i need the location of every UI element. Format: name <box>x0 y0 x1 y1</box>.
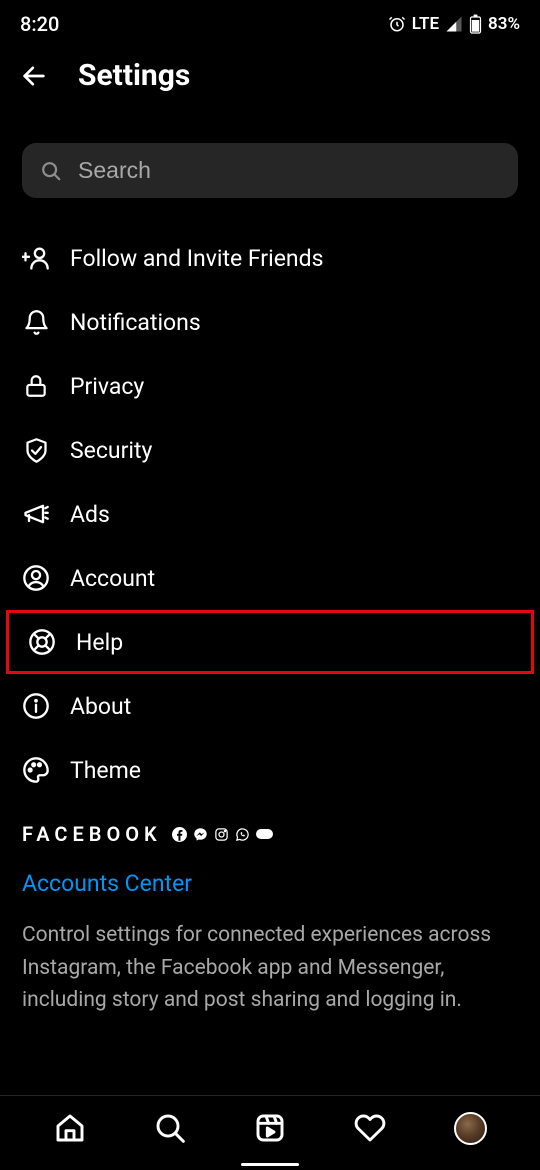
nav-indicator <box>241 1163 299 1166</box>
avatar-icon <box>454 1112 487 1145</box>
megaphone-icon <box>22 500 50 528</box>
home-icon <box>54 1112 86 1144</box>
status-indicators: LTE 83% <box>388 14 520 34</box>
facebook-description: Control settings for connected experienc… <box>22 919 518 1017</box>
facebook-brand: FACEBOOK <box>22 822 162 846</box>
palette-icon <box>22 756 50 784</box>
nav-search[interactable] <box>152 1110 188 1146</box>
shield-icon <box>22 436 50 464</box>
network-label: LTE <box>412 14 439 34</box>
battery-percent: 83% <box>488 14 520 34</box>
back-button[interactable] <box>20 62 48 90</box>
arrow-left-icon <box>20 61 48 91</box>
user-circle-icon <box>22 564 50 592</box>
menu-item-label: Help <box>76 629 123 656</box>
menu-item-label: Privacy <box>70 373 144 400</box>
facebook-section: FACEBOOK Accounts Center Control setting… <box>0 802 540 1017</box>
menu-item-follow-invite[interactable]: Follow and Invite Friends <box>0 226 540 290</box>
menu-item-label: Follow and Invite Friends <box>70 245 323 272</box>
menu-item-privacy[interactable]: Privacy <box>0 354 540 418</box>
messenger-icon <box>193 827 208 842</box>
header: Settings <box>0 44 540 111</box>
oculus-icon <box>256 829 273 839</box>
instagram-icon <box>214 827 229 842</box>
info-icon <box>22 692 50 720</box>
search-icon <box>154 1112 186 1144</box>
signal-icon <box>445 15 463 33</box>
add-user-icon <box>22 244 50 272</box>
nav-home[interactable] <box>52 1110 88 1146</box>
lock-icon <box>22 372 50 400</box>
search-input[interactable] <box>78 157 500 184</box>
bottom-nav <box>0 1095 540 1170</box>
menu-item-label: Security <box>70 437 152 464</box>
facebook-brand-row: FACEBOOK <box>22 822 518 846</box>
menu-item-help[interactable]: Help <box>6 610 534 674</box>
menu-item-theme[interactable]: Theme <box>0 738 540 802</box>
nav-activity[interactable] <box>352 1110 388 1146</box>
menu-item-label: Notifications <box>70 309 201 336</box>
lifebuoy-icon <box>28 628 56 656</box>
menu-item-account[interactable]: Account <box>0 546 540 610</box>
search-container <box>22 143 518 198</box>
nav-profile[interactable] <box>452 1110 488 1146</box>
menu-item-notifications[interactable]: Notifications <box>0 290 540 354</box>
menu-item-ads[interactable]: Ads <box>0 482 540 546</box>
menu-item-label: Account <box>70 565 155 592</box>
menu-item-label: Theme <box>70 757 141 784</box>
accounts-center-link[interactable]: Accounts Center <box>22 870 518 897</box>
status-time: 8:20 <box>20 12 59 36</box>
heart-icon <box>354 1112 386 1144</box>
battery-icon <box>469 14 482 34</box>
settings-menu: Follow and Invite Friends Notifications … <box>0 216 540 802</box>
menu-item-label: Ads <box>70 501 110 528</box>
nav-reels[interactable] <box>252 1110 288 1146</box>
alarm-icon <box>388 15 406 33</box>
facebook-app-icons <box>172 827 273 842</box>
page-title: Settings <box>78 58 190 93</box>
search-box[interactable] <box>22 143 518 198</box>
menu-item-security[interactable]: Security <box>0 418 540 482</box>
search-icon <box>40 159 62 183</box>
menu-item-label: About <box>70 693 131 720</box>
status-bar: 8:20 LTE 83% <box>0 0 540 44</box>
bell-icon <box>22 308 50 336</box>
menu-item-about[interactable]: About <box>0 674 540 738</box>
whatsapp-icon <box>235 827 250 842</box>
facebook-icon <box>172 827 187 842</box>
reels-icon <box>254 1112 286 1144</box>
